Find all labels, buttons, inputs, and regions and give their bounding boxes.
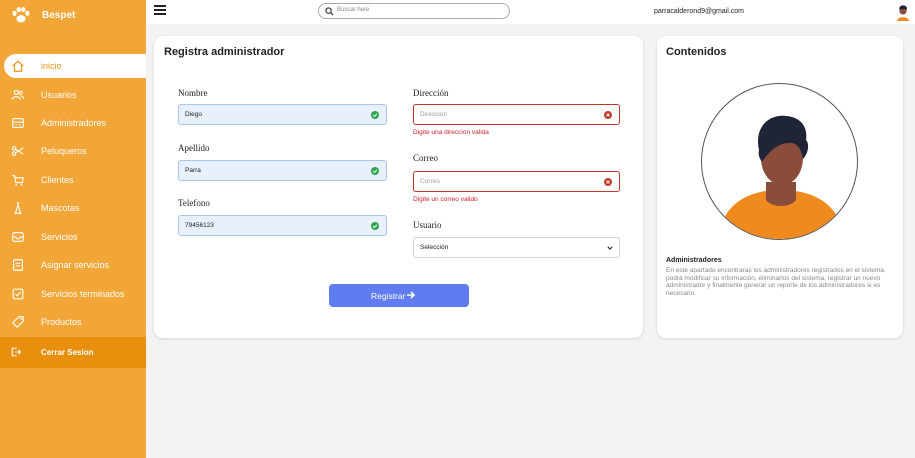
telefono-value: 79456123 (185, 222, 214, 229)
apellido-label: Apellido (178, 143, 210, 153)
correo-field[interactable]: Correo (413, 171, 620, 192)
telefono-label: Telefono (178, 198, 210, 208)
sidebar-item-label: Peluqueros (41, 146, 87, 156)
sidebar-item-peluqueros[interactable]: Peluqueros (0, 139, 146, 163)
sidebar-item-inicio[interactable]: inicio (4, 54, 146, 78)
error-x-icon (604, 111, 612, 119)
direccion-placeholder: Dirección (420, 111, 448, 118)
correo-label: Correo (413, 153, 438, 163)
sidebar-item-label: Usuarios (41, 90, 77, 100)
sidebar-item-label: Administradores (41, 118, 107, 128)
sidebar-item-mascotas[interactable]: Mascotas (0, 196, 146, 220)
apellido-value: Parra (185, 167, 201, 174)
clipboard-icon (13, 259, 23, 271)
sidebar-item-servicios-terminados[interactable]: Servicios terminados (0, 282, 146, 306)
direccion-label: Dirección (413, 88, 449, 98)
usuario-selected: Selección (420, 244, 449, 251)
brand[interactable]: Bespet (0, 0, 146, 34)
users-icon (11, 89, 25, 100)
nombre-field[interactable]: Diego (178, 104, 387, 125)
checkbox-icon (12, 288, 24, 300)
sidebar-item-administradores[interactable]: Administradores (0, 111, 146, 135)
page-title: Registra administrador (164, 46, 285, 58)
cart-icon (12, 175, 24, 186)
valid-check-icon (371, 167, 379, 175)
chevron-down-icon (607, 246, 613, 251)
search-icon (325, 7, 334, 16)
valid-check-icon (371, 222, 379, 230)
sidebar-item-label: inicio (41, 61, 62, 71)
home-icon (12, 60, 24, 72)
usuario-select[interactable]: Selección (413, 237, 620, 258)
admin-illustration (701, 83, 858, 240)
contents-title: Contenidos (666, 46, 727, 58)
menu-toggle-button[interactable] (154, 5, 166, 15)
direccion-field[interactable]: Dirección (413, 104, 620, 125)
sidebar-item-label: Servicios terminados (41, 289, 125, 299)
search-placeholder: Buscar here (337, 7, 370, 13)
user-email: parracalderond9@gmail.com (654, 8, 744, 15)
search-input[interactable]: Buscar here (318, 3, 510, 19)
sidebar-item-label: Clientes (41, 175, 74, 185)
brand-name: Bespet (42, 10, 76, 21)
admin-icon (12, 118, 24, 128)
nombre-value: Diego (185, 111, 202, 118)
contents-description: En este apartado encontraras los adminis… (666, 267, 886, 297)
sidebar-item-asignar-servicios[interactable]: Asignar servicios (0, 253, 146, 277)
sidebar-item-clientes[interactable]: Clientes (0, 168, 146, 192)
usuario-label: Usuario (413, 220, 442, 230)
register-admin-card: Registra administrador Nombre Diego Apel… (154, 36, 643, 338)
tag-icon (11, 316, 24, 329)
sidebar-item-usuarios[interactable]: Usuarios (0, 83, 146, 107)
direccion-error: Digite una direccion valida (413, 129, 489, 136)
paw-logo-icon (12, 7, 30, 23)
logout-label: Cerrar Sesion (41, 348, 94, 357)
correo-error: Digite un correo valido (413, 196, 478, 203)
sidebar-item-label: Servicios (41, 232, 78, 242)
pet-icon (14, 202, 22, 214)
person-illustration-icon (717, 115, 845, 239)
contents-subtitle: Administradores (666, 257, 722, 264)
logout-button[interactable]: Cerrar Sesion (0, 337, 146, 368)
correo-placeholder: Correo (420, 178, 440, 185)
telefono-field[interactable]: 79456123 (178, 215, 387, 236)
sidebar-item-label: Productos (41, 317, 82, 327)
error-x-icon (604, 178, 612, 186)
registrar-label: Registrar (371, 291, 406, 301)
apellido-field[interactable]: Parra (178, 160, 387, 181)
nombre-label: Nombre (178, 88, 208, 98)
sidebar-item-productos[interactable]: Productos (0, 310, 146, 334)
contents-card: Contenidos Administradores En este apart… (657, 36, 903, 338)
sidebar-item-label: Mascotas (41, 203, 80, 213)
arrow-right-icon (407, 291, 416, 299)
sidebar-item-servicios[interactable]: Servicios (0, 225, 146, 249)
topbar: Buscar here parracalderond9@gmail.com (146, 0, 915, 24)
box-icon (12, 232, 24, 242)
registrar-button[interactable]: Registrar (329, 284, 469, 307)
sidebar-item-label: Asignar servicios (41, 260, 110, 270)
logout-icon (11, 347, 22, 357)
user-avatar-icon[interactable] (895, 3, 911, 21)
valid-check-icon (371, 111, 379, 119)
scissors-icon (11, 146, 24, 156)
sidebar: Bespet inicio Usuarios Administradores P… (0, 0, 146, 458)
